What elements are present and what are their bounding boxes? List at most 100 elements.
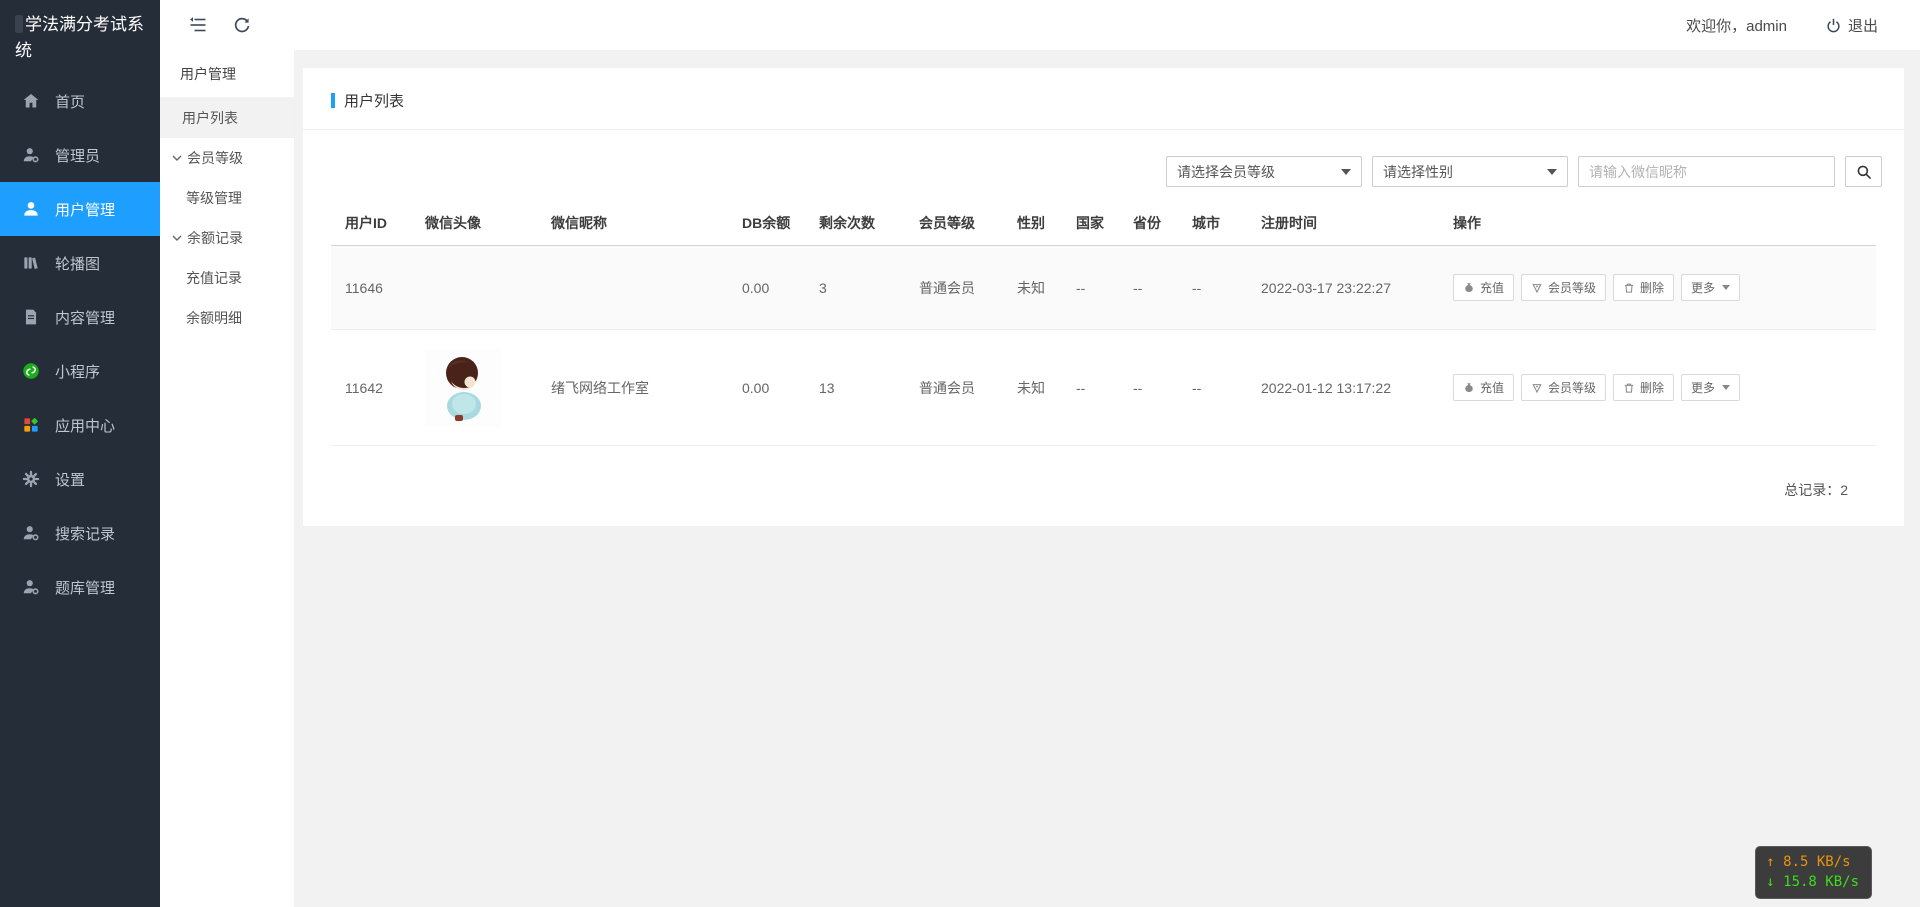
content-wrapper: 用户管理 用户列表 会员等级 等级管理 余额记录 充值记录 余额明细 用户列表 …	[160, 50, 1920, 907]
cell-city: --	[1178, 245, 1247, 330]
miniprogram-icon	[23, 363, 39, 379]
chevron-down-icon	[1547, 168, 1557, 175]
card-title-row: 用户列表	[303, 68, 1904, 130]
submenu-item-level-manage[interactable]: 等级管理	[160, 178, 294, 218]
user-icon	[24, 202, 38, 216]
submenu-item-balance-records[interactable]: 余额记录	[160, 218, 294, 258]
nickname-search-input[interactable]	[1578, 156, 1835, 187]
more-label: 更多	[1691, 381, 1716, 395]
gender-select[interactable]: 请选择性别	[1372, 156, 1568, 187]
sidebar-item-question-bank[interactable]: 题库管理	[0, 560, 160, 614]
member-level-button[interactable]: 会员等级	[1521, 374, 1607, 401]
power-icon	[1827, 18, 1840, 32]
table-header-row: 用户ID 微信头像 微信昵称 DB余额 剩余次数 会员等级 性别 国家 省份 城…	[331, 201, 1876, 246]
cell-remaining: 13	[805, 329, 905, 446]
network-speed-widget: ↑ 8.5 KB/s ↓ 15.8 KB/s	[1755, 846, 1872, 899]
delete-button[interactable]: 删除	[1613, 274, 1675, 301]
question-bank-icon	[23, 580, 39, 595]
sidebar-item-label: 首页	[55, 93, 86, 111]
sidebar-item-label: 管理员	[55, 147, 101, 165]
submenu-item-member-level[interactable]: 会员等级	[160, 138, 294, 178]
title-accent-bar	[331, 93, 335, 108]
trash-icon	[1624, 283, 1634, 293]
submenu-item-recharge-records[interactable]: 充值记录	[160, 258, 294, 298]
submenu-item-label: 充值记录	[186, 270, 242, 286]
recharge-button[interactable]: 充值	[1453, 274, 1515, 301]
upload-speed: ↑ 8.5 KB/s	[1766, 854, 1851, 870]
cell-city: --	[1178, 329, 1247, 446]
total-records-label: 总记录：	[1784, 482, 1841, 498]
logo-image	[15, 15, 23, 33]
sidebar-item-settings[interactable]: 设置	[0, 452, 160, 506]
cell-gender: 未知	[1003, 245, 1062, 330]
sidebar-item-label: 搜索记录	[55, 525, 116, 543]
download-speed: ↓ 15.8 KB/s	[1766, 874, 1859, 890]
col-actions: 操作	[1439, 201, 1876, 246]
chevron-down-icon	[172, 234, 182, 242]
submenu-item-label: 余额记录	[187, 230, 243, 246]
delete-button[interactable]: 删除	[1613, 374, 1675, 401]
member-level-label: 会员等级	[1548, 381, 1597, 395]
col-balance: DB余额	[728, 201, 805, 246]
chevron-down-icon	[172, 154, 182, 162]
gender-select-value: 请选择性别	[1383, 163, 1453, 180]
cell-level: 普通会员	[905, 245, 1003, 330]
member-level-select[interactable]: 请选择会员等级	[1166, 156, 1362, 187]
recharge-label: 充值	[1480, 281, 1505, 295]
member-level-label: 会员等级	[1548, 281, 1597, 295]
cell-province: --	[1119, 245, 1178, 330]
more-button[interactable]: 更多	[1681, 374, 1741, 401]
sidebar-item-admins[interactable]: 管理员	[0, 128, 160, 182]
col-province: 省份	[1119, 201, 1178, 246]
money-bag-icon	[1465, 382, 1473, 392]
sidebar-item-miniprogram[interactable]: 小程序	[0, 344, 160, 398]
recharge-button[interactable]: 充值	[1453, 374, 1515, 401]
chevron-down-icon	[1341, 168, 1351, 175]
search-button[interactable]	[1845, 156, 1882, 187]
sidebar-item-label: 内容管理	[55, 309, 116, 327]
cell-country: --	[1062, 245, 1119, 330]
caret-down-icon	[1722, 285, 1731, 290]
sidebar-item-carousel[interactable]: 轮播图	[0, 236, 160, 290]
sidebar-item-app-center[interactable]: 应用中心	[0, 398, 160, 452]
sidebar-item-label: 设置	[55, 471, 86, 489]
trash-icon	[1624, 383, 1634, 393]
logout-button[interactable]: 退出	[1825, 15, 1878, 36]
app-center-icon	[24, 418, 38, 432]
submenu-item-label: 会员等级	[187, 150, 243, 166]
cell-balance: 0.00	[728, 245, 805, 330]
col-city: 城市	[1178, 201, 1247, 246]
primary-sidebar: 学法满分考试系统 首页 管理员 用户管理 轮播图 内容管理 小程序 应用中心 设…	[0, 0, 160, 907]
cell-actions: 充值 会员等级 删除 更多	[1439, 245, 1876, 330]
refresh-icon[interactable]	[232, 15, 252, 35]
col-remaining: 剩余次数	[805, 201, 905, 246]
welcome-text: 欢迎你，admin	[1686, 17, 1787, 35]
topbar-tools	[188, 15, 252, 35]
sidebar-item-search-records[interactable]: 搜索记录	[0, 506, 160, 560]
cell-country: --	[1062, 329, 1119, 446]
delete-label: 删除	[1640, 381, 1665, 395]
more-button[interactable]: 更多	[1681, 274, 1741, 301]
col-avatar: 微信头像	[411, 201, 537, 246]
collapse-menu-icon[interactable]	[188, 15, 208, 35]
cell-balance: 0.00	[728, 329, 805, 446]
submenu-item-label: 余额明细	[186, 310, 242, 326]
sidebar-item-label: 用户管理	[55, 201, 116, 219]
cell-reg-time: 2022-01-12 13:17:22	[1247, 329, 1439, 446]
sidebar-item-label: 轮播图	[55, 255, 101, 273]
submenu-item-balance-detail[interactable]: 余额明细	[160, 298, 294, 338]
content-icon	[25, 309, 37, 325]
submenu-item-user-list[interactable]: 用户列表	[160, 98, 294, 138]
member-level-button[interactable]: 会员等级	[1521, 274, 1607, 301]
user-table: 用户ID 微信头像 微信昵称 DB余额 剩余次数 会员等级 性别 国家 省份 城…	[331, 201, 1876, 446]
sidebar-item-users[interactable]: 用户管理	[0, 182, 160, 236]
recharge-label: 充值	[1480, 381, 1505, 395]
sidebar-item-home[interactable]: 首页	[0, 74, 160, 128]
user-list-card: 用户列表 请选择会员等级 请选择性别 请输入微信昵称 用户ID 微信头像 微信昵…	[303, 68, 1904, 526]
home-icon	[23, 93, 39, 108]
cell-avatar	[411, 329, 537, 446]
sidebar-item-content[interactable]: 内容管理	[0, 290, 160, 344]
app-title: 学法满分考试系统	[15, 15, 144, 60]
col-nickname: 微信昵称	[537, 201, 728, 246]
filter-bar: 请选择会员等级 请选择性别	[303, 156, 1882, 187]
